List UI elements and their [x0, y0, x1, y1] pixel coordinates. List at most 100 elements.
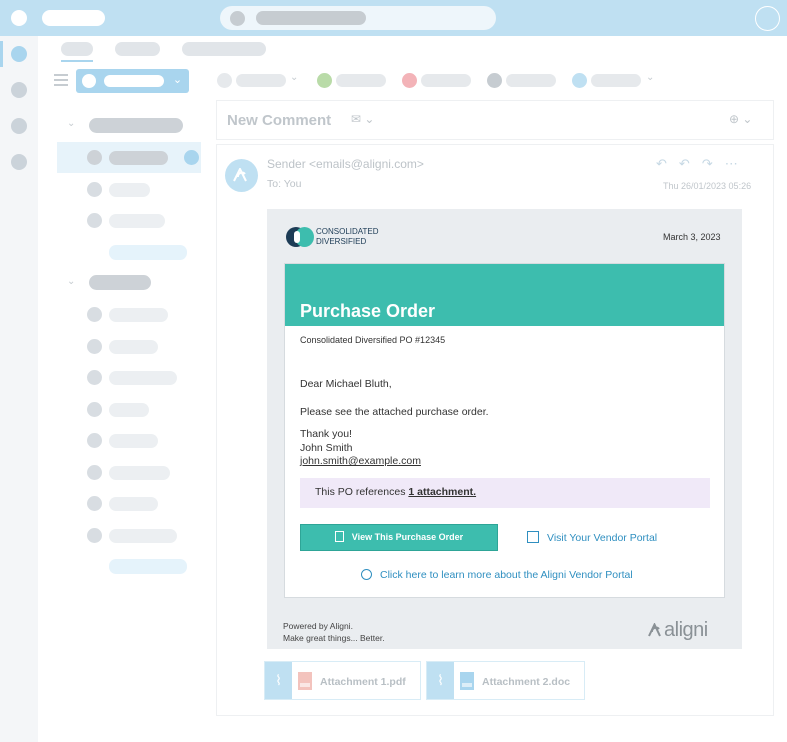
- reading-pane-header: New Comment ✉ ⌄ ⊕ ⌄: [216, 100, 774, 140]
- aligni-mark-icon: [233, 168, 247, 182]
- toolbar-move-label[interactable]: [591, 74, 641, 87]
- rail-people-icon[interactable]: [11, 118, 27, 134]
- toolbar-sweep-label[interactable]: [506, 74, 556, 87]
- folder-icon: [87, 528, 102, 543]
- purchase-order-heading: Purchase Order: [300, 301, 436, 321]
- create-folder-link[interactable]: [109, 245, 187, 260]
- folder-item[interactable]: [109, 403, 149, 417]
- folder-item[interactable]: [109, 529, 177, 543]
- folder-icon: [87, 465, 102, 480]
- message-text: Please see the attached purchase order.: [300, 406, 489, 418]
- attachment-chip[interactable]: ⌇ Attachment 2.doc: [426, 661, 585, 700]
- envelope-icon[interactable]: ✉ ⌄: [351, 112, 374, 126]
- folder-item[interactable]: [109, 308, 168, 322]
- chevron-down-icon[interactable]: ⌄: [646, 72, 654, 83]
- greeting: Dear Michael Bluth,: [300, 378, 392, 390]
- rail-calendar-icon[interactable]: [11, 82, 27, 98]
- attachment-chip[interactable]: ⌇ Attachment 1.pdf: [264, 661, 421, 700]
- folder-item[interactable]: [109, 466, 170, 480]
- search-bar[interactable]: [220, 6, 496, 30]
- folder-item[interactable]: [109, 214, 165, 228]
- attachment-count-link[interactable]: 1 attachment.: [408, 486, 476, 498]
- paperclip-icon: ⌇: [265, 662, 292, 699]
- zoom-icon[interactable]: ⊕ ⌄: [729, 112, 752, 126]
- aligni-logo: aligni: [648, 619, 708, 642]
- doc-file-icon: [460, 672, 474, 690]
- toolbar-move-icon[interactable]: [572, 73, 587, 88]
- reply-all-icon[interactable]: ↶: [679, 156, 702, 171]
- app-name-placeholder: [42, 10, 105, 26]
- folder-item[interactable]: [109, 183, 150, 197]
- more-options-icon[interactable]: ⋯: [725, 156, 750, 171]
- closing-text: Thank you!: [300, 428, 352, 440]
- reply-icon[interactable]: ↶: [656, 156, 679, 171]
- create-folder-link[interactable]: [109, 559, 187, 574]
- view-purchase-order-label: View This Purchase Order: [351, 532, 464, 542]
- account-header[interactable]: [89, 118, 183, 133]
- folder-inbox[interactable]: [109, 151, 168, 165]
- consolidated-diversified-logo: [286, 227, 314, 247]
- top-bar: [0, 0, 787, 36]
- forward-icon[interactable]: ↷: [702, 156, 725, 171]
- po-reference: Consolidated Diversified PO #12345: [300, 335, 446, 345]
- paperclip-icon: ⌇: [427, 662, 454, 699]
- company-name-line1: CONSOLIDATED: [316, 227, 379, 236]
- thread-subject: New Comment: [227, 112, 332, 129]
- signer-email-link[interactable]: john.smith@example.com: [300, 455, 421, 469]
- learn-more-link[interactable]: Click here to learn more about the Align…: [361, 569, 633, 581]
- email-date: March 3, 2023: [663, 232, 721, 242]
- recipient-line: To: You: [267, 178, 302, 190]
- attachment-name: Attachment 1.pdf: [320, 676, 406, 688]
- vendor-portal-link[interactable]: Visit Your Vendor Portal: [527, 531, 657, 544]
- folder-item[interactable]: [109, 497, 158, 511]
- learn-more-label: Click here to learn more about the Align…: [380, 569, 633, 581]
- folder-icon: [87, 370, 102, 385]
- new-message-label-placeholder: [104, 75, 164, 87]
- tab-view[interactable]: [115, 42, 160, 56]
- toolbar-report-label[interactable]: [421, 74, 471, 87]
- folder-item[interactable]: [109, 371, 177, 385]
- folder-item[interactable]: [109, 340, 158, 354]
- attachment-note: This PO references 1 attachment.: [300, 478, 710, 508]
- unread-badge: [184, 150, 199, 165]
- group-header[interactable]: [89, 275, 151, 290]
- folder-icon: [87, 402, 102, 417]
- folder-item[interactable]: [109, 434, 158, 448]
- folder-icon: [87, 213, 102, 228]
- pdf-file-icon: [298, 672, 312, 690]
- rail-active-indicator: [0, 41, 3, 67]
- tagline-text: Make great things... Better.: [283, 633, 385, 643]
- app-logo-placeholder[interactable]: [11, 10, 27, 26]
- signer-name: John Smith: [300, 441, 353, 454]
- tab-help[interactable]: [182, 42, 266, 56]
- vendor-portal-label: Visit Your Vendor Portal: [547, 532, 658, 544]
- company-name: CONSOLIDATED DIVERSIFIED: [316, 227, 379, 247]
- chevron-down-icon[interactable]: ⌄: [290, 72, 298, 83]
- user-avatar[interactable]: [755, 6, 780, 31]
- chevron-down-icon[interactable]: ⌄: [67, 276, 75, 287]
- folder-icon: [87, 433, 102, 448]
- rail-mail-icon[interactable]: [11, 46, 27, 62]
- tab-home[interactable]: [61, 42, 93, 56]
- toolbar-delete-icon[interactable]: [217, 73, 232, 88]
- folder-icon: [87, 339, 102, 354]
- help-circle-icon: [361, 569, 372, 580]
- aligni-wordmark: aligni: [664, 619, 708, 641]
- search-icon: [230, 11, 245, 26]
- toolbar-delete-label[interactable]: [236, 74, 286, 87]
- toolbar-archive-icon[interactable]: [317, 73, 332, 88]
- hamburger-menu-icon[interactable]: [54, 74, 68, 86]
- chevron-down-icon[interactable]: ⌄: [169, 72, 186, 89]
- view-purchase-order-button[interactable]: View This Purchase Order: [300, 524, 498, 551]
- chevron-down-icon[interactable]: ⌄: [67, 118, 75, 129]
- folder-icon: [87, 182, 102, 197]
- sender-avatar[interactable]: [225, 159, 258, 192]
- toolbar-sweep-icon[interactable]: [487, 73, 502, 88]
- sender-address[interactable]: Sender <emails@aligni.com>: [267, 157, 424, 171]
- rail-tasks-icon[interactable]: [11, 154, 27, 170]
- toolbar-report-icon[interactable]: [402, 73, 417, 88]
- new-message-button[interactable]: ⌄: [76, 69, 189, 93]
- purchase-order-banner: Purchase Order: [285, 264, 724, 326]
- toolbar-archive-label[interactable]: [336, 74, 386, 87]
- document-icon: [334, 531, 344, 542]
